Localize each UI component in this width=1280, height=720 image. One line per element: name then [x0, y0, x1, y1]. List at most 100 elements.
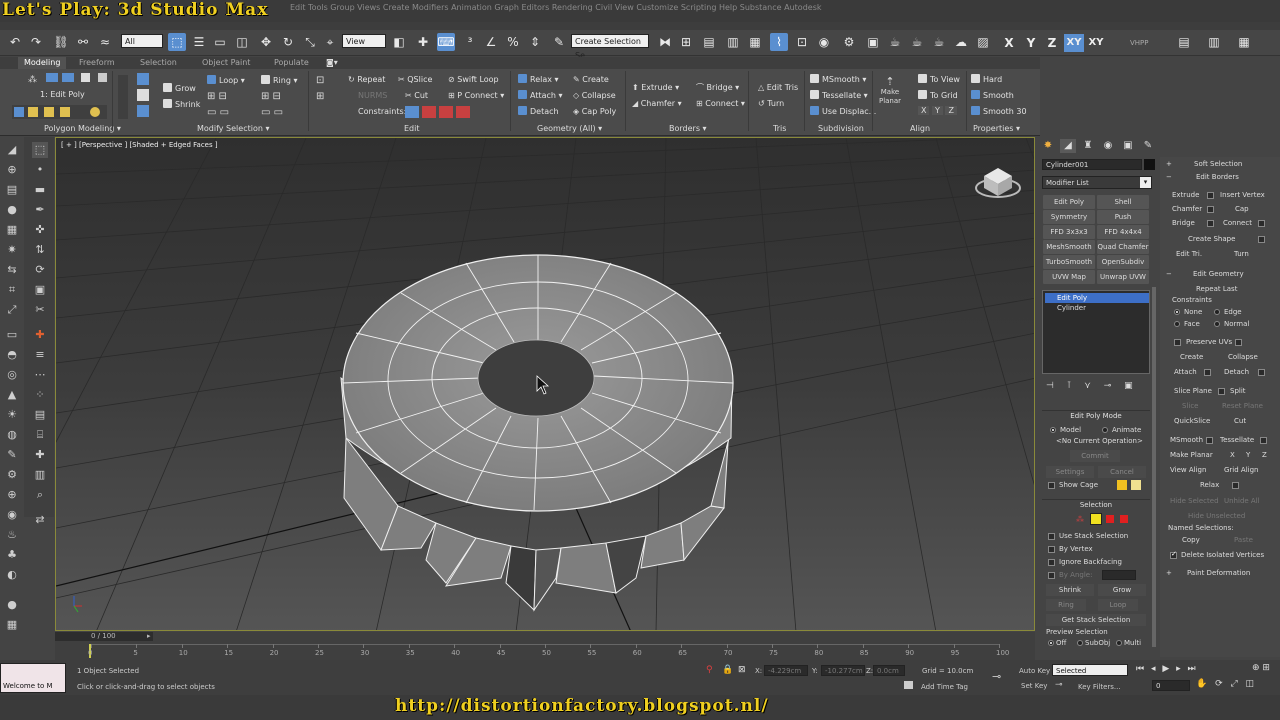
- edit-geometry-rollout[interactable]: Edit Geometry: [1193, 270, 1244, 278]
- tab-selection[interactable]: Selection: [140, 57, 177, 69]
- attach-button[interactable]: Attach ▾: [518, 90, 563, 102]
- select-icon[interactable]: ◢: [4, 142, 20, 158]
- select-by-name-icon[interactable]: ☰: [190, 33, 208, 51]
- quickslice-button[interactable]: QuickSlice: [1174, 417, 1210, 425]
- line-icon[interactable]: ≡: [32, 347, 48, 363]
- repeat-last-button[interactable]: Repeat Last: [1196, 285, 1237, 293]
- ring-button[interactable]: Ring ▾: [261, 75, 298, 87]
- cap-button[interactable]: Cap: [1235, 205, 1249, 213]
- create-shape-button[interactable]: Create Shape: [1188, 235, 1235, 243]
- edit-named-selection-icon[interactable]: ✎: [550, 33, 568, 51]
- command-panel-scrollbar[interactable]: [1152, 287, 1156, 647]
- model-radio[interactable]: [1050, 427, 1056, 433]
- axis-y-button[interactable]: Y: [1022, 34, 1040, 52]
- camera-icon[interactable]: ◍: [4, 427, 20, 443]
- named-selection-dropdown[interactable]: Create Selection Se: [571, 34, 649, 60]
- plus-icon[interactable]: ✚: [32, 447, 48, 463]
- placement-icon[interactable]: ⌖: [321, 33, 339, 51]
- tab-freeform[interactable]: Freeform: [79, 57, 115, 69]
- object-name-field[interactable]: Cylinder001: [1042, 159, 1142, 170]
- mod-push-button[interactable]: Push: [1097, 210, 1149, 224]
- group-align[interactable]: Align: [910, 124, 930, 133]
- turn-button[interactable]: Turn: [1234, 250, 1249, 258]
- window-crossing-icon[interactable]: ◫: [233, 33, 251, 51]
- select-all-icon[interactable]: [137, 89, 149, 101]
- animate-radio[interactable]: [1102, 427, 1108, 433]
- constraint-edge-button[interactable]: [422, 106, 436, 118]
- z-coordinate-field[interactable]: 0.0cm: [873, 665, 905, 676]
- pin-stack-icon[interactable]: [44, 107, 54, 117]
- paint-deformation-rollout[interactable]: Paint Deformation: [1187, 569, 1250, 577]
- planar-x-button[interactable]: X: [918, 106, 930, 115]
- group-modify-selection[interactable]: Modify Selection ▾: [197, 124, 269, 133]
- soft-selection-rollout[interactable]: Soft Selection: [1194, 160, 1242, 168]
- extrude-button[interactable]: Extrude: [1172, 191, 1199, 199]
- workspace-icon[interactable]: ▤: [1175, 33, 1193, 51]
- relax-button[interactable]: Relax: [1200, 481, 1219, 489]
- tube-icon[interactable]: ▥: [32, 467, 48, 483]
- axis-x-button[interactable]: X: [1000, 34, 1018, 52]
- element-mode-icon[interactable]: [98, 73, 108, 82]
- use-displacement-button[interactable]: Use Displac...: [810, 106, 876, 118]
- stack-tool-icon[interactable]: ▤: [32, 407, 48, 423]
- key-filters-button[interactable]: Key Filters...: [1078, 683, 1121, 691]
- axis-z-button[interactable]: Z: [1043, 34, 1061, 52]
- commit-button[interactable]: Commit: [1070, 450, 1120, 462]
- mod-ffd444-button[interactable]: FFD 4x4x4: [1097, 225, 1149, 239]
- next-frame-icon[interactable]: ▸: [147, 632, 151, 640]
- lock-icon[interactable]: 🔒: [722, 665, 733, 675]
- move-tool-icon[interactable]: ⇆: [4, 262, 20, 278]
- relax-button[interactable]: Relax ▾: [518, 74, 559, 86]
- scale-icon[interactable]: ⤡: [301, 33, 319, 51]
- tab-modeling[interactable]: Modeling: [18, 57, 67, 69]
- soft-selection-toggle-icon[interactable]: +: [1166, 160, 1172, 168]
- playback-controls[interactable]: ⏮ ◂ ▶ ▸ ⏭: [1136, 664, 1246, 676]
- box-tool-icon[interactable]: ▣: [32, 282, 48, 298]
- delete-isolated-checkbox[interactable]: [1170, 550, 1177, 559]
- magnify-icon[interactable]: ⌕: [32, 487, 48, 503]
- isolate-icon[interactable]: ⚲: [706, 665, 713, 675]
- redo-icon[interactable]: ↷: [27, 33, 45, 51]
- record-icon[interactable]: ●: [4, 597, 20, 613]
- edit-tris-button[interactable]: △ Edit Tris: [758, 82, 798, 94]
- tab-populate[interactable]: Populate: [274, 57, 309, 69]
- layer-explorer-icon[interactable]: ▤: [700, 33, 718, 51]
- menu-bar[interactable]: Edit Tools Group Views Create Modifiers …: [290, 3, 822, 12]
- hide-unselected-button[interactable]: Hide Unselected: [1188, 512, 1245, 520]
- rollout-edit-poly-mode[interactable]: Edit Poly Mode: [1042, 410, 1150, 421]
- zoom-controls[interactable]: ⊕ ⊞: [1252, 663, 1278, 677]
- current-frame-field[interactable]: 0: [1152, 680, 1190, 691]
- connect-settings-icon[interactable]: [1258, 220, 1265, 227]
- create-tab-icon[interactable]: ✸: [1040, 139, 1056, 153]
- rotate-icon[interactable]: ↻: [279, 33, 297, 51]
- preserve-uvs-checkbox[interactable]: [1174, 339, 1181, 346]
- sphere-icon[interactable]: ●: [4, 202, 20, 218]
- vertex-icon[interactable]: ⁂: [1076, 515, 1084, 524]
- loop-button[interactable]: Loop: [1098, 599, 1138, 611]
- collapse-button[interactable]: ◇ Collapse: [573, 90, 616, 102]
- transform-icon[interactable]: ⇅: [32, 242, 48, 258]
- points-icon[interactable]: ⁘: [32, 387, 48, 403]
- planar-x-button[interactable]: X: [1230, 451, 1235, 459]
- globe-icon[interactable]: ◉: [4, 507, 20, 523]
- curve-editor-icon[interactable]: ⌇: [770, 33, 788, 51]
- mod-shell-button[interactable]: Shell: [1097, 195, 1149, 209]
- torus-icon[interactable]: ◎: [4, 367, 20, 383]
- detach-settings-icon[interactable]: [1258, 369, 1265, 376]
- rotate-tool-icon[interactable]: ⟳: [32, 262, 48, 278]
- render-setup-icon[interactable]: ⚙: [840, 33, 858, 51]
- set-key-icon[interactable]: ⊸: [1055, 680, 1063, 690]
- grow-button[interactable]: Grow: [1098, 584, 1146, 596]
- mod-meshsmooth-button[interactable]: MeshSmooth: [1043, 240, 1095, 254]
- create-panel-icon[interactable]: ⬚: [32, 142, 48, 158]
- preserve-uvs-icon[interactable]: ⊡: [316, 75, 330, 87]
- loop-shift-tools[interactable]: ▭ ▭: [207, 107, 247, 118]
- shrink-button[interactable]: Shrink: [163, 99, 200, 111]
- edge-mode-icon[interactable]: [45, 73, 58, 82]
- split-checkbox[interactable]: [1218, 388, 1225, 395]
- extrude-settings-icon[interactable]: [1207, 192, 1214, 199]
- percent-snap-icon[interactable]: %: [504, 33, 522, 51]
- mod-opensubdiv-button[interactable]: OpenSubdiv: [1097, 255, 1149, 269]
- qslice-button[interactable]: ✂ QSlice: [398, 74, 432, 86]
- perspective-viewport[interactable]: [ + ] [Perspective ] [Shaded + Edged Fac…: [55, 137, 1035, 631]
